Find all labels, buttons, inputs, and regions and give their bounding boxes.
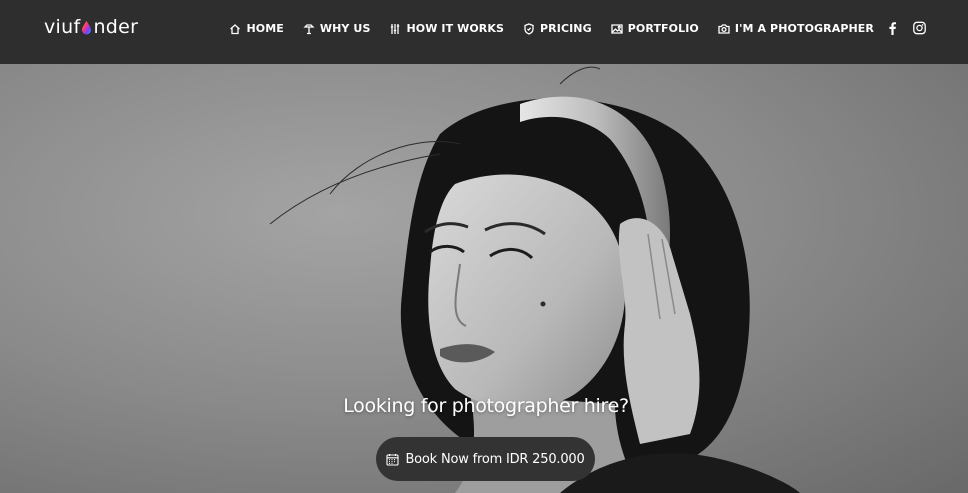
nav-item-how-it-works[interactable]: HOW IT WORKS [389, 22, 504, 35]
nav-item-label: I'M A PHOTOGRAPHER [734, 22, 874, 35]
book-now-label: Book Now from IDR 250.000 [405, 451, 585, 467]
hero-section: Looking for photographer hire? Book Now … [0, 64, 968, 493]
sliders-icon [391, 23, 400, 34]
lamp-icon [303, 23, 315, 34]
nav-item-label: PRICING [540, 22, 592, 35]
main-nav: HOME WHY US HOW IT WORKS PRICING PORTFOL… [210, 22, 874, 35]
brand-logo[interactable]: viuf nder [44, 16, 138, 38]
facebook-icon[interactable] [886, 21, 899, 35]
hero-headline: Looking for photographer hire? [343, 395, 629, 417]
nav-item-label: HOME [246, 22, 284, 35]
logo-drop-icon [82, 20, 92, 34]
nav-item-home[interactable]: HOME [229, 22, 284, 35]
nav-item-label: WHY US [319, 22, 371, 35]
calendar-icon [386, 453, 400, 466]
nav-item-pricing[interactable]: PRICING [523, 22, 592, 35]
nav-item-label: HOW IT WORKS [406, 22, 505, 35]
nav-item-label: PORTFOLIO [627, 22, 699, 35]
nav-item-portfolio[interactable]: PORTFOLIO [611, 22, 699, 35]
logo-text-suffix: nder [93, 16, 139, 38]
logo-text-prefix: viuf [44, 16, 81, 38]
home-icon [230, 23, 241, 34]
social-links [886, 21, 926, 35]
hero-portrait-image [0, 64, 968, 493]
camera-icon [718, 23, 730, 34]
instagram-icon[interactable] [913, 21, 926, 35]
nav-item-why-us[interactable]: WHY US [303, 22, 371, 35]
shield-icon [524, 22, 534, 35]
nav-item-photographer[interactable]: I'M A PHOTOGRAPHER [718, 22, 874, 35]
image-icon [611, 23, 623, 34]
book-now-button[interactable]: Book Now from IDR 250.000 [376, 437, 595, 481]
top-navbar: viuf nder HOME WHY US HOW IT WORKS PRICI… [0, 0, 968, 64]
